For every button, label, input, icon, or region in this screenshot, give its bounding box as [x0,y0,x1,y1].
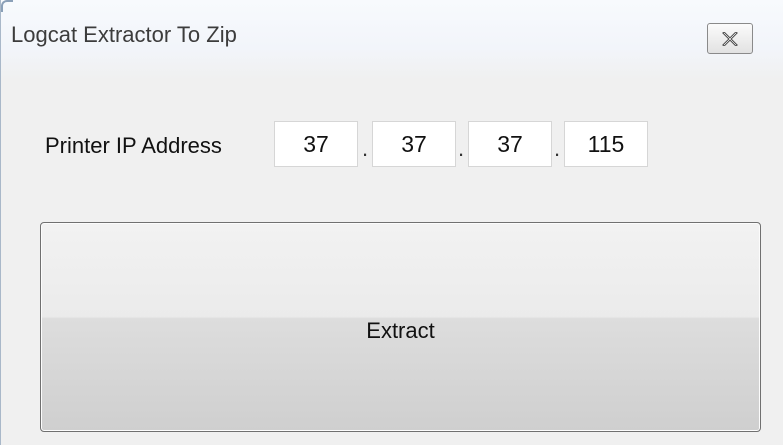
ip-octet-2-input[interactable]: 37 [372,121,456,167]
ip-octet-3-input[interactable]: 37 [468,121,552,167]
extract-button-label: Extract [366,318,435,343]
title-bar[interactable]: Logcat Extractor To Zip [1,0,783,80]
ip-separator: . [458,136,465,161]
ip-separator: . [362,136,369,161]
printer-ip-label: Printer IP Address [45,133,222,158]
ip-octet-4-input[interactable]: 115 [564,121,648,167]
close-icon [722,31,738,46]
ip-octet-1-input[interactable]: 37 [274,121,358,167]
window-title: Logcat Extractor To Zip [11,22,237,47]
extract-button[interactable]: Extract [40,222,761,432]
window-frame-corner [1,0,13,12]
ip-separator: . [554,136,561,161]
close-button[interactable] [707,23,753,54]
app-window: Logcat Extractor To Zip Printer IP Addre… [0,0,783,445]
